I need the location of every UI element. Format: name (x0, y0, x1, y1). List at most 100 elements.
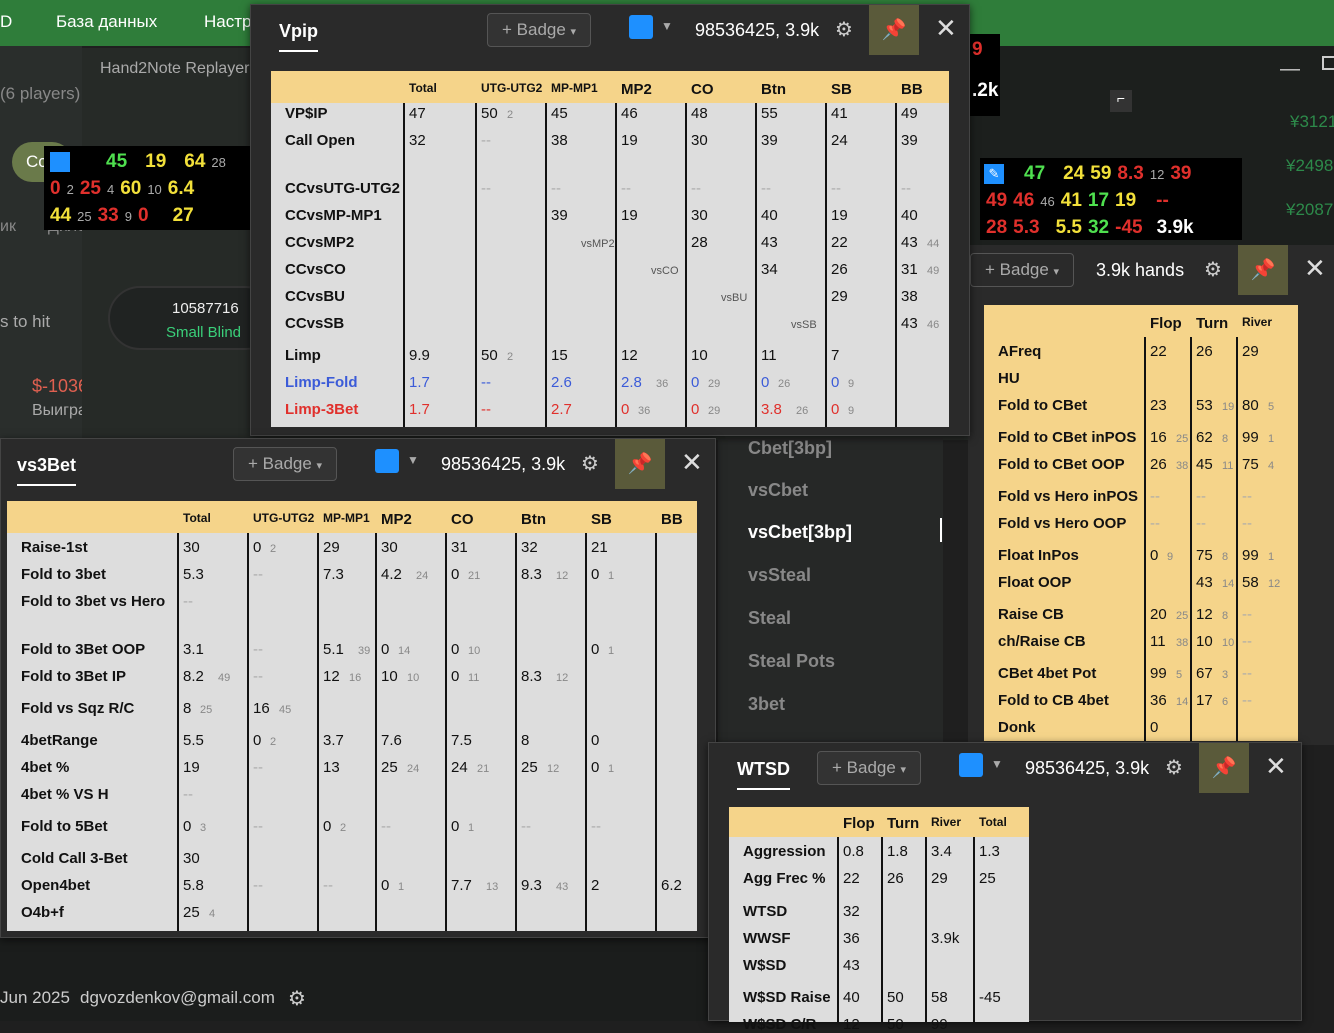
sample-size: 9 (1167, 551, 1174, 563)
sample-size: 14 (398, 645, 411, 657)
column-header: Flop (843, 815, 875, 832)
stat-value: 1.3 (979, 843, 1000, 860)
stat-value: -- (253, 877, 263, 894)
menu-item[interactable]: Cbet[3bp] (748, 438, 832, 459)
column-divider (1236, 337, 1238, 741)
maximize-icon[interactable] (1322, 56, 1334, 70)
sample-size: 14 (1176, 696, 1189, 708)
sample-size: 13 (486, 881, 499, 893)
color-swatch[interactable] (959, 753, 983, 777)
postflop-stats-table: Flop Turn River AFreq 22 26 29 HU Fold to CBet 23… (984, 305, 1298, 741)
gear-icon[interactable]: ⚙ (1204, 257, 1222, 282)
add-badge-button[interactable]: + Badge ▾ (817, 751, 922, 785)
menu-item[interactable]: 3bet (748, 694, 785, 715)
chevron-down-icon[interactable]: ▼ (991, 757, 1003, 771)
color-swatch[interactable] (375, 449, 399, 473)
seat-position: Small Blind (166, 324, 242, 341)
hud-stat: 19 (1115, 190, 1137, 211)
sample-size: 5 (1268, 401, 1275, 413)
nav-item-database[interactable]: База данных (56, 12, 157, 32)
gear-icon[interactable]: ⚙ (1165, 755, 1183, 780)
stat-value: 55 (761, 105, 778, 122)
popup-title[interactable]: WTSD (737, 759, 790, 790)
close-icon[interactable]: ✕ (1265, 751, 1287, 782)
nav-item-d[interactable]: D (0, 12, 12, 32)
hud-stat: 47 (1024, 163, 1046, 184)
gear-icon[interactable]: ⚙ (835, 17, 853, 42)
stat-value: -- (901, 180, 911, 197)
stat-value: 23 (1150, 397, 1167, 414)
add-badge-button[interactable]: + Badge ▾ (970, 253, 1075, 287)
row-label: CCvsBU (285, 288, 346, 305)
menu-item[interactable]: vsSteal (748, 565, 811, 586)
sample-size: 26 (796, 405, 809, 417)
badge-label: + Badge (832, 758, 896, 777)
add-badge-button[interactable]: + Badge ▾ (233, 447, 338, 481)
hud-stat-sample: 28 (211, 155, 226, 170)
sample-size: 3 (1222, 669, 1229, 681)
row-label: Fold vs Sqz R/C (21, 700, 135, 717)
hud-edit-icon[interactable]: ✎ (984, 164, 1004, 184)
row-label: HU (998, 370, 1020, 387)
stat-value: 29 (831, 288, 848, 305)
menu-item-active[interactable]: vsCbet[3bp] (748, 522, 852, 543)
stat-value: 10 (691, 347, 708, 364)
row-label: CCvsCO (285, 261, 346, 278)
stat-value: 40 (901, 207, 918, 224)
row-label: Donk (998, 719, 1036, 736)
hud-stat: 39 (1170, 163, 1192, 184)
gear-icon[interactable]: ⚙ (581, 451, 599, 476)
pin-icon[interactable]: 📌 (1199, 743, 1249, 793)
popup-title[interactable]: Vpip (279, 21, 318, 52)
stat-value: 21 (591, 539, 608, 556)
player-id: 98536425, 3.9k (441, 454, 566, 474)
stat-value: 5.8 (183, 877, 204, 894)
pin-icon[interactable]: 📌 (869, 5, 919, 55)
stat-value: 50 (887, 1016, 904, 1033)
sample-size: 44 (927, 238, 940, 250)
stat-value: 39 (551, 207, 568, 224)
pin-icon[interactable]: 📌 (615, 439, 665, 489)
stat-value: 29 (323, 539, 340, 556)
gear-icon[interactable]: ⚙ (288, 986, 306, 1011)
stat-value: 19 (183, 759, 200, 776)
stat-value: 75 (1242, 456, 1259, 473)
color-swatch[interactable] (629, 15, 653, 39)
column-divider (685, 103, 687, 427)
row-label: ch/Raise CB (998, 633, 1086, 650)
sample-size: 1 (398, 881, 405, 893)
sample-size: 24 (416, 570, 429, 582)
menu-item[interactable]: Steal Pots (748, 651, 835, 672)
stat-value: 29 (931, 870, 948, 887)
popup-title[interactable]: vs3Bet (17, 455, 77, 486)
chevron-down-icon[interactable]: ▼ (407, 453, 419, 467)
menu-item[interactable]: Steal (748, 608, 791, 629)
close-icon[interactable]: ✕ (935, 13, 957, 44)
menu-item[interactable]: vsCbet (748, 480, 808, 501)
stat-value: 0 (451, 641, 460, 658)
hud-fragment: 9 .2k (966, 34, 1000, 116)
close-icon[interactable]: ✕ (1304, 253, 1326, 284)
column-header: SB (831, 81, 852, 98)
hud-left[interactable]: 45 19 64 28 0 2 25 4 60 10 6.4 44 25 33 9 0 27 (44, 146, 254, 230)
sample-size: 10 (1222, 637, 1235, 649)
close-icon[interactable]: ✕ (681, 447, 703, 478)
sample-size: 39 (358, 645, 371, 657)
stat-value: 43 (901, 234, 918, 251)
minimize-icon[interactable]: — (1280, 58, 1300, 81)
row-label: Fold to CB 4bet (998, 692, 1109, 709)
column-divider (655, 533, 657, 931)
row-label: Limp-3Bet (285, 401, 359, 418)
chevron-down-icon[interactable]: ▼ (661, 19, 673, 33)
hud-right[interactable]: ✎ 47 24 59 8.3 12 39 49 46 46 41 17 19 -- 28 5.3 5.5 3… (980, 158, 1242, 240)
pin-icon[interactable]: 📌 (1238, 245, 1288, 295)
add-badge-button[interactable]: + Badge ▾ (487, 13, 592, 47)
nav-item-settings[interactable]: Настр (204, 12, 251, 32)
stat-value: -- (183, 786, 193, 803)
row-label: Float OOP (998, 574, 1072, 591)
stat-value: 5.3 (183, 566, 204, 583)
stat-value: 8 (521, 732, 530, 749)
column-divider (615, 103, 617, 427)
column-divider (445, 533, 447, 931)
stat-value: 36 (843, 930, 860, 947)
